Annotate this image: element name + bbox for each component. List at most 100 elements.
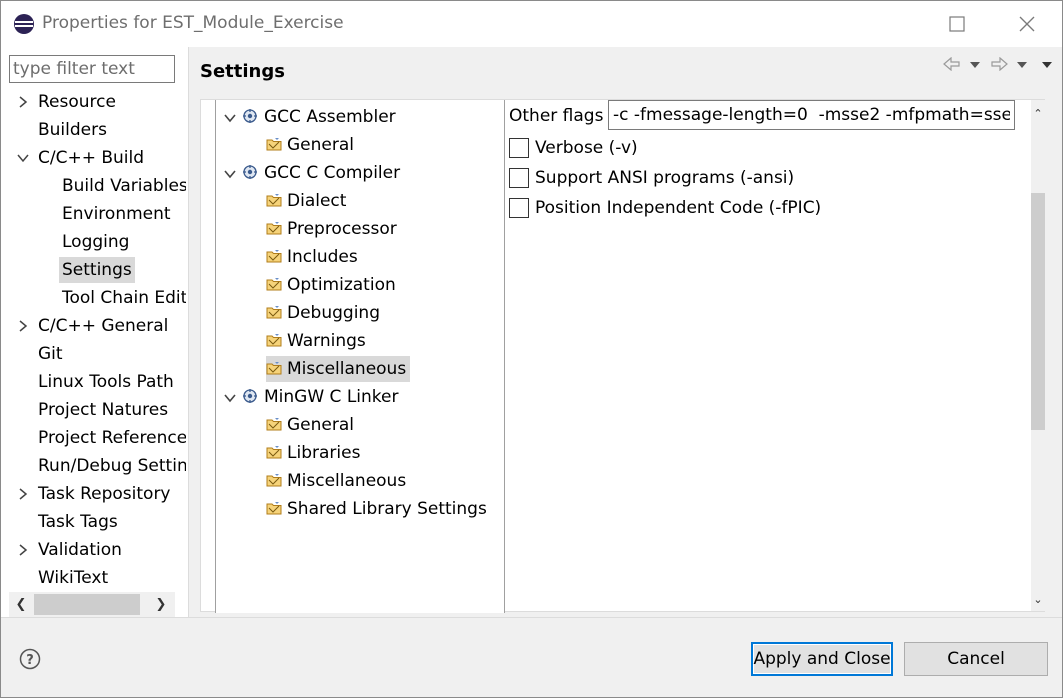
view-menu-chevron-down-icon[interactable]: [1041, 61, 1053, 69]
maximize-button[interactable]: [927, 1, 987, 47]
nav-item-logging[interactable]: Logging: [62, 229, 129, 255]
options-category-icon: [266, 278, 282, 291]
nav-item-environment[interactable]: Environment: [62, 201, 171, 227]
back-menu-chevron-down-icon[interactable]: [969, 61, 981, 69]
ansi-label: Support ANSI programs (-ansi): [535, 168, 795, 188]
scroll-up-icon[interactable]: ⌃: [1031, 104, 1045, 122]
ansi-checkbox[interactable]: [509, 168, 529, 188]
category-node-shared-library-settings[interactable]: Shared Library Settings: [266, 496, 487, 522]
tool-gear-icon: [243, 109, 257, 123]
scroll-thumb[interactable]: [1031, 193, 1045, 430]
category-node-dialect[interactable]: Dialect: [266, 188, 346, 214]
tree-node-label: General: [287, 135, 354, 155]
tool-node-gcc-c-compiler[interactable]: GCC C Compiler: [242, 160, 400, 186]
options-category-icon: [266, 362, 282, 375]
nav-item-label: Task Tags: [38, 512, 118, 532]
nav-item-tool-chain-editor[interactable]: Tool Chain Editor: [62, 285, 186, 311]
nav-item-task-repository[interactable]: Task Repository: [38, 481, 171, 507]
properties-dialog: Properties for EST_Module_Exercise Resou…: [0, 0, 1063, 698]
nav-item-label: Builders: [38, 120, 107, 140]
category-node-debugging[interactable]: Debugging: [266, 300, 380, 326]
nav-item-project-natures[interactable]: Project Natures: [38, 397, 168, 423]
ansi-checkbox-row[interactable]: Support ANSI programs (-ansi): [509, 166, 794, 190]
options-category-icon: [266, 250, 282, 263]
nav-item-project-references[interactable]: Project References: [38, 425, 186, 451]
category-node-miscellaneous[interactable]: Miscellaneous: [266, 468, 406, 494]
chevron-right-icon[interactable]: [17, 320, 29, 332]
scroll-thumb[interactable]: [34, 594, 140, 615]
scroll-left-icon[interactable]: ❮: [11, 594, 31, 615]
category-node-general[interactable]: General: [266, 132, 354, 158]
forward-arrow-icon[interactable]: [990, 57, 1008, 71]
fpic-label: Position Independent Code (-fPIC): [535, 198, 822, 218]
minimize-button[interactable]: [869, 1, 929, 47]
help-icon[interactable]: ?: [19, 648, 41, 670]
category-node-warnings[interactable]: Warnings: [266, 328, 366, 354]
nav-item-label: Git: [38, 344, 63, 364]
other-flags-input[interactable]: [608, 100, 1015, 130]
fpic-checkbox[interactable]: [509, 198, 529, 218]
tool-settings-tree: GCC Assembler General GCC C Compiler Dialec…: [215, 100, 505, 613]
nav-item-label: Validation: [38, 540, 122, 560]
tree-node-label: Libraries: [287, 443, 361, 463]
fpic-checkbox-row[interactable]: Position Independent Code (-fPIC): [509, 196, 821, 220]
nav-item-wikitext[interactable]: WikiText: [38, 565, 108, 589]
forward-menu-chevron-down-icon[interactable]: [1016, 61, 1028, 69]
options-category-icon: [266, 138, 282, 151]
nav-item-label: Settings: [62, 260, 132, 280]
eclipse-icon: [14, 14, 34, 34]
category-node-optimization[interactable]: Optimization: [266, 272, 396, 298]
nav-item-task-tags[interactable]: Task Tags: [38, 509, 118, 535]
nav-item-label: C/C++ General: [38, 316, 169, 336]
tool-node-gcc-assembler[interactable]: GCC Assembler: [242, 104, 396, 130]
category-node-general[interactable]: General: [266, 412, 354, 438]
category-node-includes[interactable]: Includes: [266, 244, 358, 270]
nav-item-resource[interactable]: Resource: [38, 89, 116, 115]
options-category-icon: [266, 306, 282, 319]
chevron-right-icon[interactable]: [17, 96, 29, 108]
nav-horizontal-scrollbar[interactable]: ❮ ❯: [9, 592, 175, 617]
nav-item-label: Run/Debug Settings: [38, 456, 186, 476]
close-icon: [1019, 16, 1035, 32]
nav-item-settings[interactable]: Settings: [59, 257, 135, 283]
close-button[interactable]: [997, 1, 1057, 47]
scroll-right-icon[interactable]: ❯: [151, 594, 171, 615]
filter-input[interactable]: [9, 55, 175, 83]
tree-node-label: Optimization: [287, 275, 396, 295]
tree-node-label: Shared Library Settings: [287, 499, 487, 519]
nav-item-c-c-general[interactable]: C/C++ General: [38, 313, 168, 339]
tool-node-mingw-c-linker[interactable]: MinGW C Linker: [242, 384, 398, 410]
miscellaneous-options: Other flags Verbose (-v) Support ANSI pr…: [506, 100, 1031, 613]
nav-item-linux-tools-path[interactable]: Linux Tools Path: [38, 369, 174, 395]
chevron-right-icon[interactable]: [17, 488, 29, 500]
nav-item-c-c-build[interactable]: C/C++ Build: [38, 145, 144, 171]
cancel-button[interactable]: Cancel: [904, 642, 1048, 676]
nav-item-validation[interactable]: Validation: [38, 537, 122, 563]
chevron-down-icon[interactable]: [224, 112, 236, 124]
nav-item-label: Project Natures: [38, 400, 169, 420]
nav-item-run-debug-settings[interactable]: Run/Debug Settings: [38, 453, 186, 479]
settings-page: Settings GCC Assembler General GCC C Compi…: [188, 47, 1062, 617]
maximize-icon: [949, 16, 965, 32]
tree-node-label: Miscellaneous: [287, 359, 407, 379]
options-category-icon: [266, 194, 282, 207]
back-arrow-icon[interactable]: [943, 57, 961, 71]
chevron-right-icon[interactable]: [17, 544, 29, 556]
nav-item-git[interactable]: Git: [38, 341, 63, 367]
category-node-preprocessor[interactable]: Preprocessor: [266, 216, 397, 242]
nav-item-build-variables[interactable]: Build Variables: [62, 173, 186, 199]
chevron-down-icon[interactable]: [224, 168, 236, 180]
verbose-checkbox-row[interactable]: Verbose (-v): [509, 136, 638, 160]
chevron-down-icon[interactable]: [17, 152, 29, 164]
nav-item-label: Task Repository: [38, 484, 171, 504]
category-node-miscellaneous[interactable]: Miscellaneous: [266, 356, 411, 382]
scroll-down-icon[interactable]: ⌄: [1031, 590, 1045, 608]
content-vertical-scrollbar[interactable]: ⌃ ⌄: [1031, 100, 1045, 611]
category-node-libraries[interactable]: Libraries: [266, 440, 360, 466]
tool-gear-icon: [243, 389, 257, 403]
title-bar: Properties for EST_Module_Exercise: [1, 1, 1062, 47]
nav-item-builders[interactable]: Builders: [38, 117, 107, 143]
apply-and-close-button[interactable]: Apply and Close: [751, 642, 893, 676]
verbose-checkbox[interactable]: [509, 138, 529, 158]
chevron-down-icon[interactable]: [224, 392, 236, 404]
